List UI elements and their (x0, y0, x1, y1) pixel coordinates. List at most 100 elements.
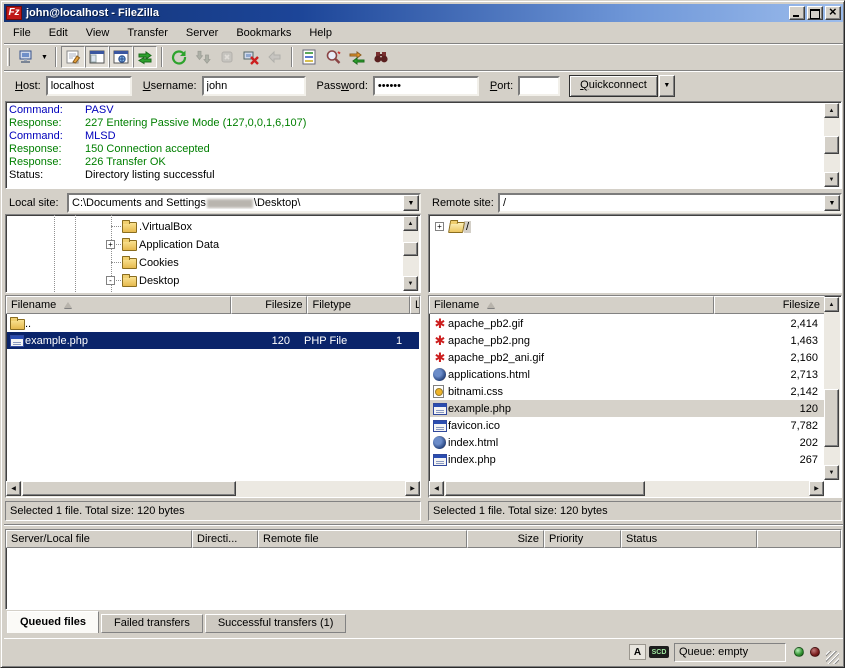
scroll-left-button[interactable]: ◀ (6, 481, 21, 496)
minimize-button[interactable] (789, 6, 805, 20)
find-files-button[interactable] (369, 46, 393, 68)
menu-bookmarks[interactable]: Bookmarks (227, 25, 300, 41)
status-bar: A SCD Queue: empty (4, 638, 843, 665)
menu-help[interactable]: Help (300, 25, 341, 41)
file-row-selected[interactable]: example.php 120 PHP File 1 (7, 332, 419, 349)
remote-list-hscrollbar[interactable]: ◀ ▶ (429, 481, 824, 497)
host-input[interactable] (46, 76, 132, 96)
site-manager-button[interactable] (14, 46, 38, 68)
column-header-direction[interactable]: Directi... (192, 530, 258, 548)
local-tree-scrollbar[interactable]: ▲ ▼ (403, 216, 419, 291)
file-row[interactable]: apache_pb2_ani.gif 2,160 (430, 349, 824, 366)
close-button[interactable] (825, 6, 841, 20)
menu-edit[interactable]: Edit (40, 25, 77, 41)
toolbar-grip[interactable] (7, 48, 10, 66)
refresh-button[interactable] (167, 46, 191, 68)
menu-transfer[interactable]: Transfer (118, 25, 177, 41)
tree-item-application-data[interactable]: Application Data (122, 236, 221, 253)
tab-queued-files[interactable]: Queued files (7, 611, 99, 633)
scroll-thumb[interactable] (445, 481, 645, 496)
directory-comparison-button[interactable] (321, 46, 345, 68)
column-header-filesize[interactable]: Filesize (231, 296, 308, 314)
scroll-right-button[interactable]: ▶ (809, 481, 824, 496)
synchronized-browsing-button[interactable] (345, 46, 369, 68)
scroll-up-button[interactable]: ▲ (824, 103, 839, 118)
scroll-thumb[interactable] (22, 481, 236, 496)
scroll-down-button[interactable]: ▼ (824, 465, 839, 480)
title-bar: Fz john@localhost - FileZilla (4, 4, 843, 22)
remote-directory-tree: / (428, 214, 842, 293)
log-vertical-scrollbar[interactable]: ▲ ▼ (824, 103, 840, 187)
scroll-left-button[interactable]: ◀ (429, 481, 444, 496)
local-list-hscrollbar[interactable]: ◀ ▶ (6, 481, 420, 497)
menu-view[interactable]: View (77, 25, 119, 41)
scroll-thumb[interactable] (824, 389, 839, 447)
column-header-filename[interactable]: Filename (429, 296, 714, 314)
maximize-button[interactable] (807, 6, 823, 20)
column-header-server-local-file[interactable]: Server/Local file (6, 530, 192, 548)
reconnect-button[interactable] (263, 46, 287, 68)
resize-grip[interactable] (826, 651, 839, 664)
toggle-local-tree-button[interactable] (85, 46, 109, 68)
process-queue-button[interactable] (191, 46, 215, 68)
column-header-size[interactable]: Size (467, 530, 544, 548)
tree-item-cookies[interactable]: Cookies (122, 254, 181, 271)
expand-icon[interactable] (106, 240, 115, 249)
column-header-filename[interactable]: Filename (6, 296, 231, 314)
remote-site-combobox[interactable]: / ▼ (498, 193, 842, 213)
local-list-header: Filename Filesize Filetype L (6, 296, 420, 314)
column-header-modified[interactable]: L (410, 296, 420, 314)
scroll-down-button[interactable]: ▼ (403, 276, 418, 291)
reconnect-icon (267, 49, 283, 65)
scroll-right-button[interactable]: ▶ (405, 481, 420, 496)
quickconnect-dropdown[interactable]: ▼ (659, 75, 675, 97)
tree-item-desktop[interactable]: Desktop (122, 272, 181, 289)
tree-item-virtualbox[interactable]: .VirtualBox (122, 218, 194, 235)
toggle-message-log-button[interactable] (61, 46, 85, 68)
file-row[interactable]: apache_pb2.gif 2,414 (430, 315, 824, 332)
column-header-filetype[interactable]: Filetype (307, 296, 410, 314)
expand-icon[interactable] (435, 222, 444, 231)
scroll-up-button[interactable]: ▲ (403, 216, 418, 231)
file-row[interactable]: favicon.ico 7,782 (430, 417, 824, 434)
cancel-operation-button[interactable] (215, 46, 239, 68)
scroll-down-button[interactable]: ▼ (824, 172, 839, 187)
remote-list-vscrollbar[interactable]: ▲ ▼ (824, 297, 840, 480)
local-file-list: Filename Filesize Filetype L .. example.… (5, 295, 421, 498)
sort-ascending-icon (487, 302, 495, 308)
tree-guide (75, 215, 76, 292)
disconnect-button[interactable] (239, 46, 263, 68)
scroll-thumb[interactable] (824, 136, 839, 154)
column-header-filesize[interactable]: Filesize (714, 296, 825, 314)
column-header-remote-file[interactable]: Remote file (258, 530, 467, 548)
file-row[interactable]: index.html 202 (430, 434, 824, 451)
collapse-icon[interactable] (106, 276, 115, 285)
port-input[interactable] (518, 76, 560, 96)
combo-dropdown-icon[interactable]: ▼ (824, 195, 840, 211)
username-input[interactable] (202, 76, 306, 96)
tab-failed-transfers[interactable]: Failed transfers (101, 614, 203, 633)
column-header-priority[interactable]: Priority (544, 530, 621, 548)
file-row[interactable]: apache_pb2.png 1,463 (430, 332, 824, 349)
file-row-selected[interactable]: example.php 120 (430, 400, 824, 417)
file-row[interactable]: index.php 267 (430, 451, 824, 468)
file-row-parent[interactable]: .. (7, 315, 419, 332)
quickconnect-button[interactable]: Quickconnect (569, 75, 658, 97)
directory-listing-filters-button[interactable] (297, 46, 321, 68)
file-row[interactable]: bitnami.css 2,142 (430, 383, 824, 400)
tree-item-root[interactable]: / (449, 218, 471, 235)
local-site-combobox[interactable]: C:\Documents and Settings\Desktop\ ▼ (67, 193, 421, 213)
menu-file[interactable]: File (4, 25, 40, 41)
scroll-up-button[interactable]: ▲ (824, 297, 839, 312)
site-manager-dropdown[interactable]: ▼ (38, 46, 51, 68)
column-header-status[interactable]: Status (621, 530, 757, 548)
password-input[interactable] (373, 76, 479, 96)
toggle-remote-tree-button[interactable] (109, 46, 133, 68)
toggle-transfer-queue-button[interactable] (133, 46, 157, 68)
menu-server[interactable]: Server (177, 25, 227, 41)
file-row[interactable]: applications.html 2,713 (430, 366, 824, 383)
scroll-thumb[interactable] (403, 242, 418, 256)
tab-successful-transfers[interactable]: Successful transfers (1) (205, 614, 347, 633)
combo-dropdown-icon[interactable]: ▼ (403, 195, 419, 211)
menu-bar: File Edit View Transfer Server Bookmarks… (4, 23, 843, 42)
